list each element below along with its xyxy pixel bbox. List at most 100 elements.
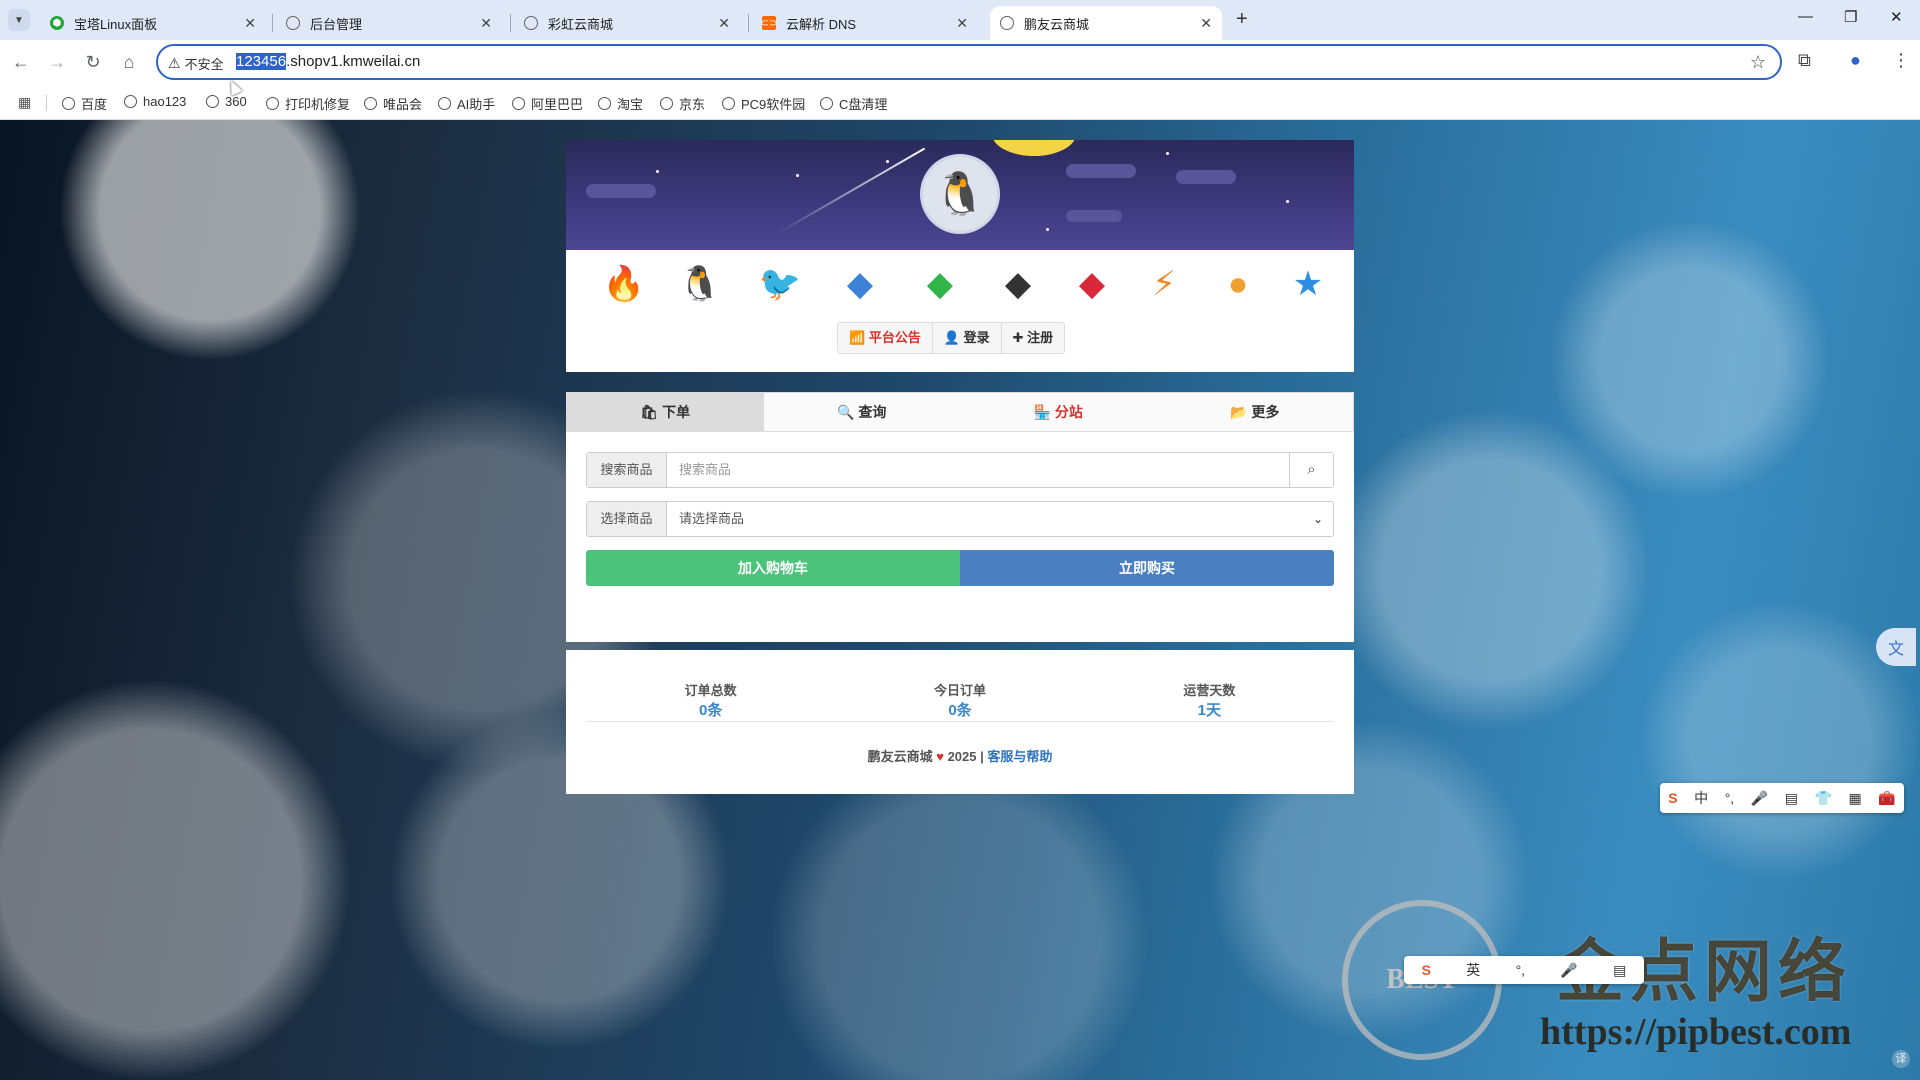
- bookmark-label: AI助手: [457, 97, 496, 112]
- globe-icon: [438, 97, 451, 110]
- bookmark-item[interactable]: 打印机修复: [266, 94, 350, 113]
- red-penguin-icon: 🐦: [758, 265, 802, 303]
- notice-button[interactable]: 📶 平台公告: [838, 323, 933, 353]
- back-icon[interactable]: ←: [10, 52, 32, 73]
- bookmark-item[interactable]: PC9软件园: [722, 94, 805, 113]
- tab-baota[interactable]: ⬢ 宝塔Linux面板 ✕: [40, 6, 266, 40]
- url-text[interactable]: 123456.shopv1.kmweilai.cn: [236, 53, 420, 70]
- window-close-icon[interactable]: ✕: [1890, 8, 1903, 26]
- bookmark-item[interactable]: 百度: [62, 94, 107, 113]
- header-banner: 🐧: [566, 140, 1354, 250]
- close-icon[interactable]: ✕: [718, 15, 730, 32]
- toolbox-icon[interactable]: 🧰: [1878, 790, 1895, 807]
- translate-corner-icon[interactable]: 译: [1892, 1050, 1910, 1068]
- product-select[interactable]: 请选择商品 ⌄: [667, 502, 1333, 536]
- buy-now-button[interactable]: 立即购买: [960, 550, 1334, 586]
- bookmark-item[interactable]: 京东: [660, 94, 705, 113]
- tab-query-label: 查询: [858, 404, 887, 420]
- search-button[interactable]: ⌕: [1289, 453, 1333, 487]
- close-icon[interactable]: ✕: [244, 15, 256, 32]
- tab-rainbow-shop[interactable]: 彩虹云商城 ✕: [514, 6, 740, 40]
- store-icon: 🏪: [1033, 404, 1055, 420]
- security-warning[interactable]: ⚠ 不安全: [168, 54, 224, 73]
- bookmark-star-icon[interactable]: ☆: [1750, 52, 1766, 73]
- stat-label: 运营天数: [1183, 683, 1236, 698]
- apps-grid-icon[interactable]: ▦: [18, 94, 31, 111]
- bookmark-item[interactable]: AI助手: [438, 94, 495, 113]
- close-icon[interactable]: ✕: [956, 15, 968, 32]
- microphone-icon[interactable]: 🎤: [1751, 790, 1768, 807]
- bookmark-label: 唯品会: [383, 97, 423, 112]
- tab-substation[interactable]: 🏪 分站: [960, 393, 1157, 431]
- restore-icon[interactable]: ❐: [1844, 8, 1857, 26]
- tab-label: 云解析 DNS: [786, 16, 857, 32]
- bookmark-item[interactable]: 淘宝: [598, 94, 643, 113]
- tab-cloud-dns[interactable]: ⊂⊃ 云解析 DNS ✕: [752, 6, 978, 40]
- star-decoration: [1286, 200, 1289, 203]
- tab-admin[interactable]: 后台管理 ✕: [276, 6, 502, 40]
- login-button[interactable]: 👤 登录: [932, 323, 1002, 353]
- search-input[interactable]: 搜索商品: [667, 453, 1289, 487]
- globe-icon: [820, 97, 833, 110]
- product-select-value: 请选择商品: [679, 511, 745, 526]
- close-icon[interactable]: ✕: [1200, 15, 1212, 32]
- tab-query[interactable]: 🔍 查询: [764, 393, 961, 431]
- home-icon[interactable]: ⌂: [118, 52, 140, 73]
- bookmark-item[interactable]: 360: [206, 94, 247, 109]
- tab-order[interactable]: 🛍 下单: [567, 393, 764, 431]
- action-buttons: 加入购物车 立即购买: [586, 550, 1334, 586]
- grid-icon[interactable]: ▦: [1849, 790, 1862, 807]
- stat-total-orders: 订单总数 0条: [586, 680, 835, 721]
- ime-toolbar-secondary[interactable]: S 英 °, 🎤 ▤: [1404, 956, 1644, 984]
- security-label: 不安全: [184, 57, 224, 72]
- microphone-icon[interactable]: 🎤: [1560, 962, 1577, 979]
- extensions-icon[interactable]: ⧉: [1798, 50, 1811, 71]
- penguin-icon: 🐧: [678, 265, 722, 303]
- reload-icon[interactable]: ↻: [82, 52, 104, 73]
- ime-toolbar[interactable]: S 中 °, 🎤 ▤ 👕 ▦ 🧰: [1660, 783, 1904, 813]
- minimize-icon[interactable]: —: [1798, 8, 1813, 25]
- tab-more[interactable]: 📂 更多: [1157, 393, 1354, 431]
- user-icon: 👤: [943, 330, 964, 345]
- register-button[interactable]: ✚ 注册: [1001, 323, 1065, 353]
- ime-item[interactable]: °,: [1725, 790, 1735, 806]
- stat-label: 订单总数: [684, 683, 737, 698]
- bookmark-label: 360: [225, 94, 247, 109]
- globe-icon: [364, 97, 377, 110]
- folder-icon: 📂: [1230, 404, 1252, 420]
- grade-icon-row: 🔥 🐧 🐦 ◆ ◆ ◆ ◆ ⚡ ● ★ 📶 平台公告 👤 登录 ✚ 注册: [566, 250, 1354, 372]
- translate-icon[interactable]: 文: [1876, 628, 1916, 666]
- new-tab-button[interactable]: +: [1236, 8, 1248, 31]
- ime-item[interactable]: 英: [1466, 960, 1480, 980]
- add-to-cart-button[interactable]: 加入购物车: [586, 550, 960, 586]
- bookmark-label: hao123: [143, 94, 187, 109]
- address-bar[interactable]: ⚠ 不安全 123456.shopv1.kmweilai.cn ☆: [156, 44, 1782, 80]
- ime-item[interactable]: °,: [1516, 962, 1526, 978]
- sogou-icon: S: [1421, 962, 1431, 978]
- search-label: 搜索商品: [587, 453, 667, 487]
- tab-pengyou-shop[interactable]: 鹏友云商城 ✕: [990, 6, 1222, 40]
- keyboard-icon[interactable]: ▤: [1785, 790, 1798, 807]
- skin-icon[interactable]: 👕: [1815, 790, 1832, 807]
- keyboard-icon[interactable]: ▤: [1613, 962, 1626, 979]
- bookmark-item[interactable]: C盘清理: [820, 94, 887, 113]
- menu-icon[interactable]: ⋮: [1892, 50, 1910, 71]
- tab-divider: [272, 14, 273, 32]
- help-link[interactable]: 客服与帮助: [987, 749, 1052, 764]
- forward-icon[interactable]: →: [46, 52, 68, 73]
- tab-search-dropdown-icon[interactable]: ▼: [8, 9, 30, 31]
- bookmark-item[interactable]: 阿里巴巴: [512, 94, 583, 113]
- bookmark-item[interactable]: 唯品会: [364, 94, 422, 113]
- watermark-url: https://pipbest.com: [1540, 1011, 1852, 1053]
- ime-item[interactable]: 中: [1694, 788, 1708, 808]
- close-icon[interactable]: ✕: [480, 15, 492, 32]
- profile-icon[interactable]: ●: [1850, 50, 1861, 71]
- globe-icon: [124, 95, 137, 108]
- bookmark-item[interactable]: hao123: [124, 94, 186, 109]
- shield-icon: ⬢: [50, 16, 64, 30]
- notice-label: 平台公告: [868, 330, 921, 345]
- tab-label: 宝塔Linux面板: [74, 16, 158, 32]
- globe-icon: [1000, 16, 1014, 30]
- url-rest: .shopv1.kmweilai.cn: [286, 53, 421, 70]
- globe-icon: [524, 16, 538, 30]
